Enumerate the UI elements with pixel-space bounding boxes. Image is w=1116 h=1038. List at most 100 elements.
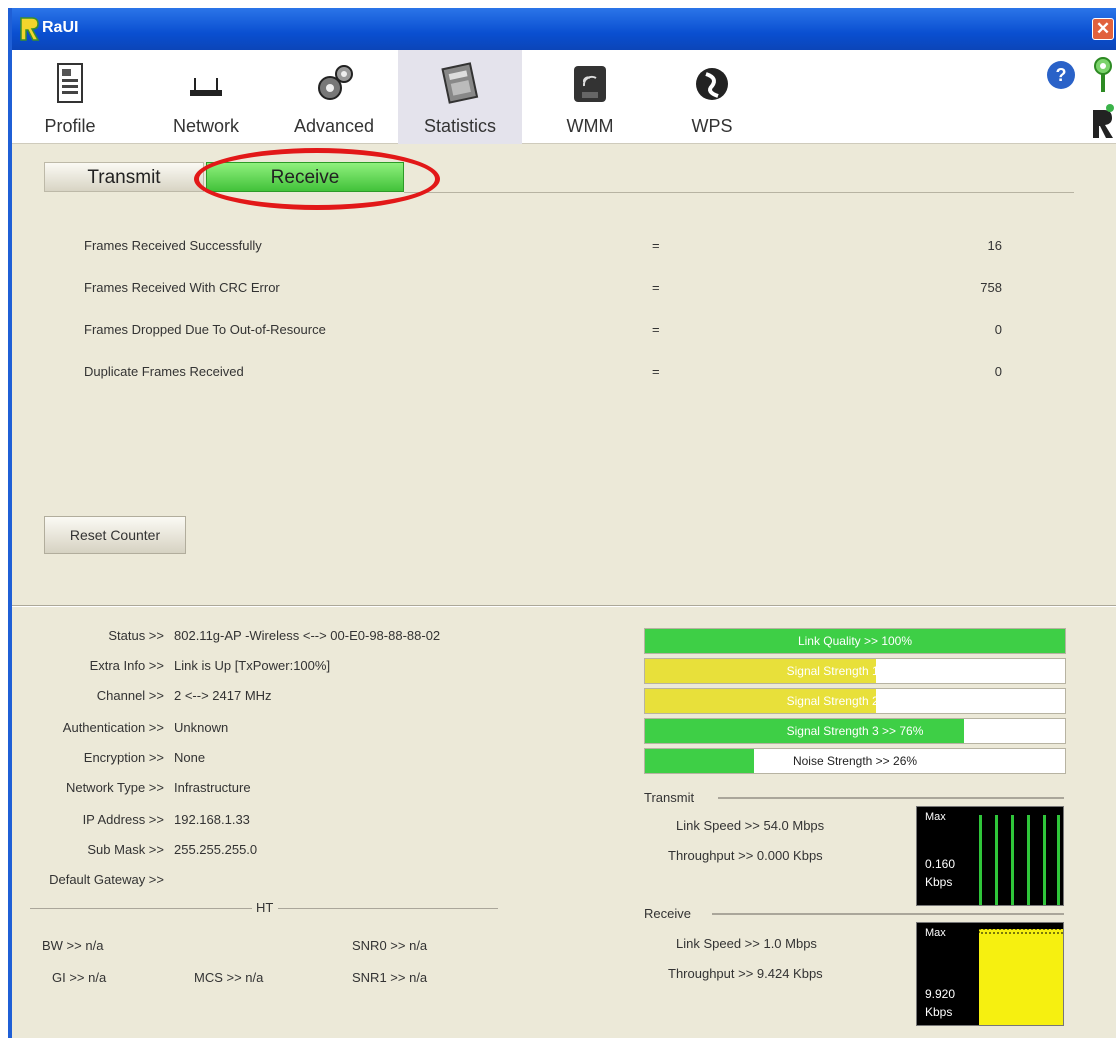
ht-bw: BW >> n/a [42,938,104,953]
raui-window: RaUI ✕ Profile Network Advanced Statisti… [8,8,1116,1038]
toolbar-label-network: Network [172,116,239,136]
info-value: 2 <--> 2417 MHz [174,688,272,703]
stat-separator: = [652,322,660,337]
ht-gi: GI >> n/a [52,970,107,985]
stat-label: Frames Received With CRC Error [84,280,280,295]
info-key: Channel >> [96,688,164,703]
bar-text: Signal Strength 1 >> 55% [786,664,924,678]
toolbar-wps[interactable]: WPS [664,50,760,144]
stat-row: Frames Received With CRC Error = 758 [84,270,1004,312]
info-key: Sub Mask >> [87,842,164,857]
reset-counter-button[interactable]: Reset Counter [44,516,186,554]
stat-value: 0 [994,322,1002,337]
stat-separator: = [652,364,660,379]
receive-throughput: Throughput >> 9.424 Kbps [668,966,823,981]
receive-graph: Max 9.920 Kbps [916,922,1064,1026]
transmit-divider [718,797,1064,799]
graph-value: 9.920 Kbps [925,985,955,1021]
profile-icon [57,63,83,103]
signal-strength-2-bar: Signal Strength 2 >> 55% [644,688,1066,714]
app-logo-icon [20,17,40,41]
ht-mcs: MCS >> n/a [194,970,264,985]
bar-text: Link Quality >> 100% [797,634,913,648]
info-key: Network Type >> [65,780,164,795]
stat-value: 16 [987,238,1002,253]
statistics-icon [441,62,479,104]
stat-row: Duplicate Frames Received = 0 [84,354,1004,396]
toolbar-statistics[interactable]: Statistics [398,50,522,144]
receive-statistics: Frames Received Successfully = 16 Frames… [84,228,1004,396]
toolbar-profile[interactable]: Profile [22,50,118,144]
toolbar-label-statistics: Statistics [423,116,497,136]
stat-label: Duplicate Frames Received [84,364,244,379]
receive-tab-highlight [194,148,440,210]
stat-value: 758 [980,280,1002,295]
toolbar-advanced[interactable]: Advanced [278,50,390,144]
bar-text: Signal Strength 2 >> 55% [786,694,924,708]
graph-value: 0.160 Kbps [925,855,955,891]
toolbar-label-wmm: WMM [566,116,614,136]
ht-snr0: SNR0 >> n/a [352,938,428,953]
transmit-section-label: Transmit [644,790,695,805]
stat-row: Frames Received Successfully = 16 [84,228,1004,270]
status-divider [12,605,1116,607]
info-value: Link is Up [TxPower:100%] [174,658,331,673]
tab-underline [404,192,1074,193]
info-key: Authentication >> [62,720,164,735]
graph-value-unit: Kbps [925,875,953,889]
info-value: 802.11g-AP -Wireless <--> 00-E0-98-88-88… [174,628,441,643]
tab-transmit[interactable]: Transmit [44,162,204,192]
window-title: RaUI [42,19,79,36]
wireless-status-icon[interactable] [1092,56,1114,94]
advanced-icon [318,65,353,100]
graph-value-number: 9.920 [925,987,956,1001]
stat-separator: = [652,238,660,253]
bar-text: Signal Strength 3 >> 76% [786,724,924,738]
toolbar-label-profile: Profile [44,116,96,136]
info-value: Unknown [174,720,229,735]
toolbar-label-advanced: Advanced [293,116,375,136]
ht-divider-left [30,908,252,909]
stat-row: Frames Dropped Due To Out-of-Resource = … [84,312,1004,354]
signal-strength-1-bar: Signal Strength 1 >> 55% [644,658,1066,684]
receive-link-speed: Link Speed >> 1.0 Mbps [676,936,817,951]
toolbar-wmm[interactable]: WMM [542,50,638,144]
ht-divider-right [278,908,498,909]
title-bar[interactable]: RaUI ✕ [12,8,1116,50]
signal-strength-3-bar: Signal Strength 3 >> 76% [644,718,1066,744]
info-key: IP Address >> [82,812,164,827]
info-key: Default Gateway >> [49,872,164,887]
help-icon[interactable]: ? [1046,60,1076,90]
ralink-logo-icon [1093,104,1114,138]
toolbar-label-wps: WPS [691,116,733,136]
network-icon [190,78,222,96]
receive-divider [712,913,1064,915]
stat-label: Frames Dropped Due To Out-of-Resource [84,322,326,337]
transmit-graph: Max 0.160 Kbps [916,806,1064,906]
info-value: Infrastructure [174,780,251,795]
info-key: Extra Info >> [89,658,164,673]
wps-icon [696,68,728,100]
bar-text: Noise Strength >> 26% [792,754,918,768]
info-value: 255.255.255.0 [174,842,258,857]
info-value: None [174,750,206,765]
info-key: Status >> [108,628,164,643]
receive-section-label: Receive [644,906,691,921]
graph-value-unit: Kbps [925,1005,953,1019]
stat-value: 0 [994,364,1002,379]
close-button[interactable]: ✕ [1092,18,1114,40]
stat-label: Frames Received Successfully [84,238,262,253]
toolbar-network[interactable]: Network [154,50,258,144]
noise-strength-bar: Noise Strength >> 26% [644,748,1066,774]
stat-separator: = [652,280,660,295]
link-quality-bar: Link Quality >> 100% [644,628,1066,654]
info-value: 192.168.1.33 [174,812,250,827]
transmit-throughput: Throughput >> 0.000 Kbps [668,848,823,863]
graph-value-number: 0.160 [925,857,956,871]
ht-snr1: SNR1 >> n/a [352,970,428,985]
ht-label: HT [256,900,274,915]
wmm-icon [574,66,606,102]
info-key: Encryption >> [83,750,164,765]
svg-text:?: ? [1056,65,1067,85]
toolbar: Profile Network Advanced Statistics WMM … [12,50,1116,144]
